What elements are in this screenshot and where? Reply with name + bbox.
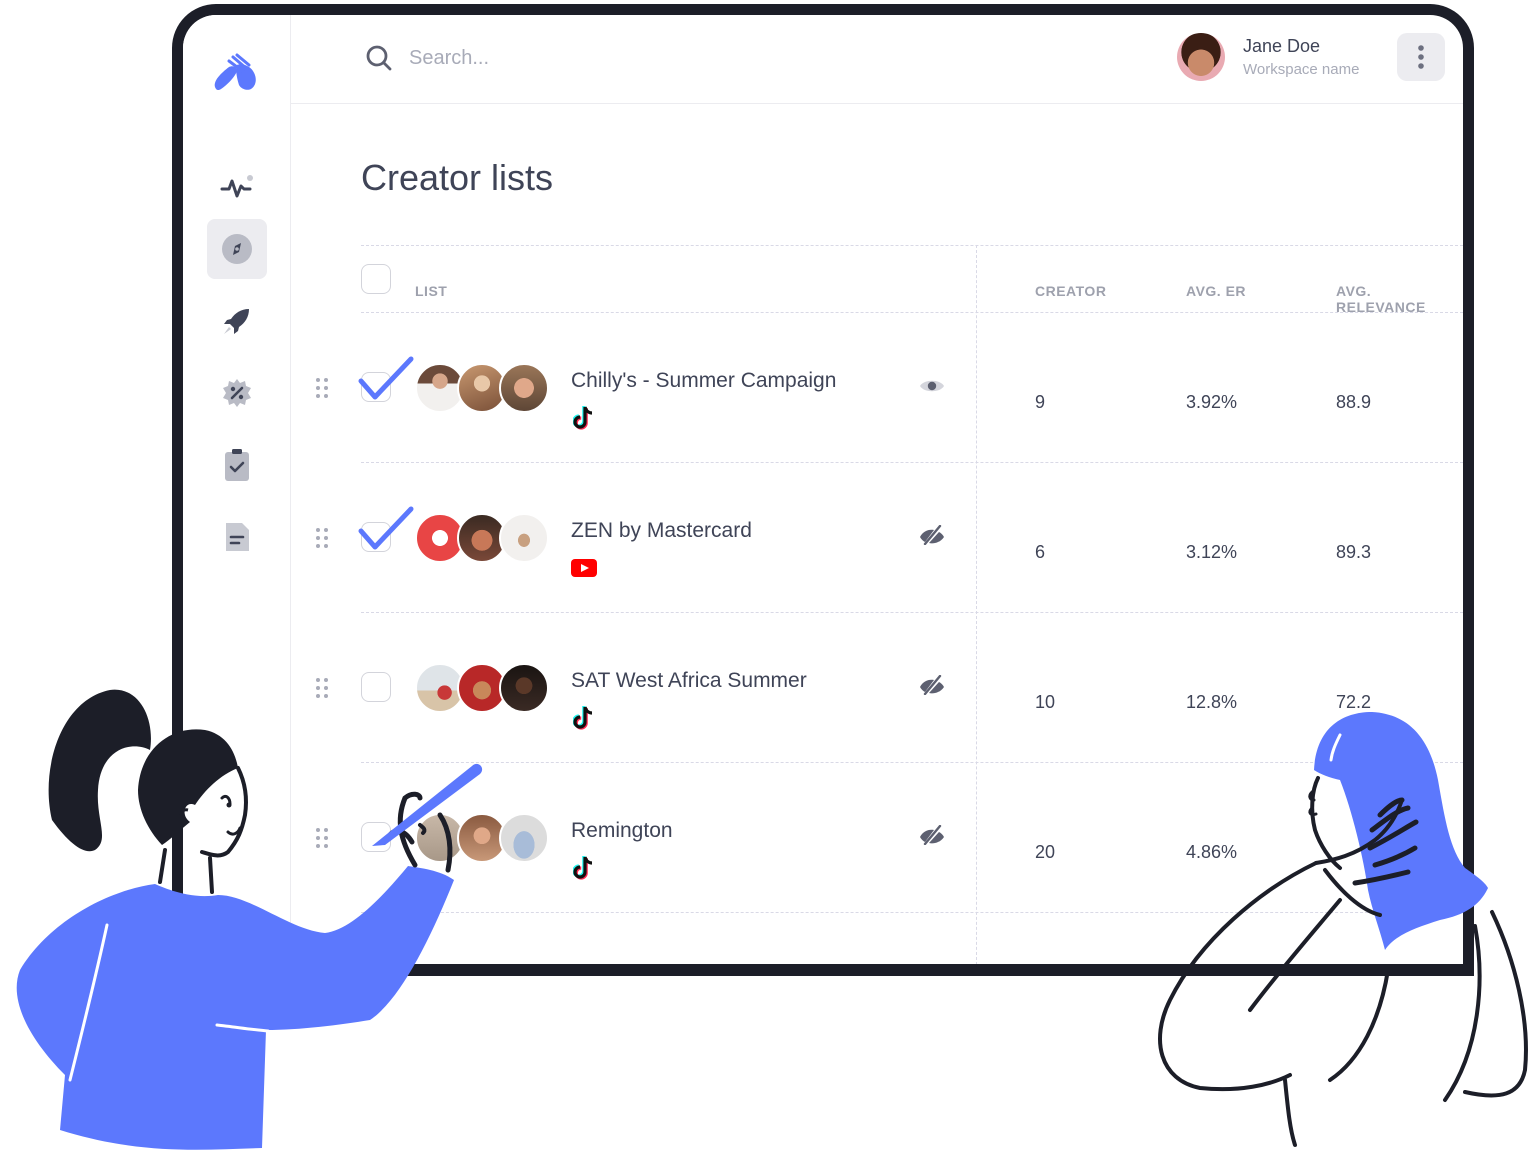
list-name[interactable]: Chilly's - Summer Campaign (571, 369, 836, 393)
rocket-icon (224, 309, 249, 334)
creator-count: 10 (1035, 692, 1056, 712)
row-checkbox[interactable] (361, 672, 391, 702)
tiktok-icon (573, 856, 593, 880)
drag-handle-icon[interactable] (315, 527, 329, 549)
creator-avatars (415, 663, 555, 713)
drag-handle-icon[interactable] (315, 377, 329, 399)
tiktok-icon (573, 406, 593, 430)
search-input[interactable] (409, 41, 709, 75)
row-checkbox[interactable] (361, 822, 391, 852)
app-window: Jane Doe Workspace name Creator lists LI… (183, 15, 1463, 964)
row-checkbox[interactable] (361, 522, 391, 552)
sidebar-item-reports[interactable] (207, 507, 267, 567)
creator-avatars (415, 513, 555, 563)
avg-relevance-value: 88.9 (1336, 392, 1372, 412)
sidebar-item-offers[interactable] (207, 363, 267, 423)
creator-count: 6 (1035, 542, 1046, 562)
user-name: Jane Doe (1243, 36, 1321, 56)
drag-handle-icon[interactable] (315, 677, 329, 699)
column-header-creator[interactable]: CREATOR (1035, 283, 1106, 299)
hidden-eye-icon[interactable] (919, 675, 945, 695)
vertical-dots-icon (1418, 45, 1424, 69)
creator-avatar (499, 363, 549, 413)
youtube-icon (571, 559, 597, 577)
sidebar-item-tasks[interactable] (207, 435, 267, 495)
creator-count: 9 (1035, 392, 1046, 412)
clipboard-check-icon (225, 449, 249, 481)
device-frame: Jane Doe Workspace name Creator lists LI… (172, 4, 1474, 976)
creator-avatars (415, 813, 555, 863)
user-avatar[interactable] (1177, 33, 1225, 81)
list-name[interactable]: ZEN by Mastercard (571, 519, 752, 543)
creator-avatar (499, 663, 549, 713)
select-all-checkbox[interactable] (361, 264, 391, 294)
sidebar-item-discover[interactable] (207, 219, 267, 279)
avg-er-value: 4.86% (1186, 842, 1238, 862)
creator-avatars (415, 363, 555, 413)
creator-avatar (499, 513, 549, 563)
sidebar-item-activity[interactable] (207, 157, 267, 217)
avg-er-value: 3.12% (1186, 542, 1238, 562)
page-title: Creator lists (361, 157, 554, 198)
logo-icon[interactable] (211, 51, 263, 97)
more-options-button[interactable] (1397, 33, 1445, 81)
document-icon (226, 523, 249, 551)
search-icon[interactable] (365, 44, 393, 72)
list-name[interactable]: Remington (571, 819, 673, 843)
creator-avatar (499, 813, 549, 863)
activity-pulse-icon (220, 175, 253, 198)
table-divider (361, 312, 1463, 313)
list-name[interactable]: SAT West Africa Summer (571, 669, 807, 693)
avg-er-value: 12.8% (1186, 692, 1238, 712)
column-header-avg-relevance[interactable]: AVG. RELEVANCE (1336, 283, 1463, 315)
avg-relevance-value: 72.2 (1336, 692, 1372, 712)
sidebar-item-campaigns[interactable] (207, 291, 267, 351)
workspace-name: Workspace name (1243, 61, 1360, 78)
compass-icon (222, 234, 252, 264)
sidebar (183, 15, 291, 964)
column-divider (976, 245, 977, 964)
drag-handle-icon[interactable] (315, 827, 329, 849)
hidden-eye-icon[interactable] (919, 525, 945, 545)
column-header-list[interactable]: LIST (415, 283, 447, 299)
table-divider (361, 462, 1463, 463)
avg-relevance-value: 89.3 (1336, 542, 1372, 562)
row-checkbox[interactable] (361, 372, 391, 402)
hidden-eye-icon[interactable] (919, 825, 945, 845)
discount-badge-icon (223, 379, 251, 407)
avg-er-value: 3.92% (1186, 392, 1238, 412)
tiktok-icon (573, 706, 593, 730)
visible-eye-icon[interactable] (919, 377, 945, 395)
table-divider (361, 612, 1463, 613)
top-header: Jane Doe Workspace name (291, 15, 1463, 104)
column-header-avg-er[interactable]: AVG. ER (1186, 283, 1246, 299)
table-divider (361, 245, 1463, 246)
creator-count: 20 (1035, 842, 1056, 862)
table-divider (361, 912, 1463, 913)
table-divider (361, 762, 1463, 763)
